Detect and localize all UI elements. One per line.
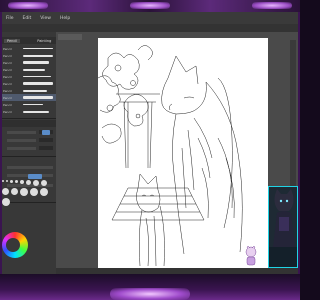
slider-track: [7, 138, 36, 142]
brush-size-dot[interactable]: [40, 188, 48, 196]
brush-label: Pencil: [3, 60, 12, 65]
frame-light-right: [252, 2, 292, 9]
webcam-avatar: [269, 187, 297, 267]
artwork-canvas[interactable]: [98, 38, 268, 268]
menu-edit[interactable]: Edit: [23, 16, 32, 21]
brush-size-dot[interactable]: [6, 180, 8, 182]
brush-stroke-preview: [23, 54, 53, 57]
brush-size-dot[interactable]: [15, 180, 18, 183]
panel-divider: [2, 118, 56, 119]
brush-label: Pencil: [3, 67, 12, 72]
highlighted-option[interactable]: [28, 174, 42, 179]
brush-size-dot[interactable]: [26, 180, 31, 185]
brush-label: Pencil: [3, 109, 12, 114]
brush-size-dot[interactable]: [30, 188, 38, 196]
document-tab[interactable]: [58, 34, 82, 40]
brush-label: Pencil: [3, 74, 12, 79]
stream-screen: File Edit View Help Pencil Painting Penc…: [0, 0, 300, 300]
brush-size-dot[interactable]: [20, 188, 28, 196]
brush-item[interactable]: Pencil: [2, 101, 56, 108]
slider-track: [7, 146, 36, 150]
panel-divider: [2, 156, 56, 157]
brush-item[interactable]: Pencil: [2, 73, 56, 80]
brush-size-dot[interactable]: [11, 188, 18, 195]
brush-stroke-preview: [23, 76, 51, 77]
brush-label: Pencil: [3, 81, 12, 86]
slider-track: [7, 130, 36, 134]
fox-lineart-illustration: [98, 45, 243, 267]
brush-size-dot[interactable]: [2, 188, 9, 195]
menu-file[interactable]: File: [6, 16, 14, 21]
brush-tabs: Pencil Painting: [2, 37, 56, 44]
brush-list: Pencil Pencil Pencil Pencil Pencil Penci…: [2, 45, 56, 115]
brush-label: Pencil: [3, 95, 12, 100]
menu-bar: File Edit View Help: [2, 12, 298, 24]
brush-size-dot[interactable]: [20, 180, 24, 184]
chibi-sticker: [245, 246, 257, 266]
stabilization-slider[interactable]: [2, 145, 56, 151]
brush-size-presets: [2, 180, 54, 206]
brush-item-selected[interactable]: Pencil: [2, 94, 56, 101]
slider-value[interactable]: [39, 138, 53, 142]
brush-stroke-preview: [23, 82, 53, 85]
brush-label: Pencil: [3, 102, 12, 107]
brush-item[interactable]: Pencil: [2, 52, 56, 59]
brush-item[interactable]: Pencil: [2, 80, 56, 87]
brush-item[interactable]: Pencil: [2, 66, 56, 73]
brush-item[interactable]: Pencil: [2, 59, 56, 66]
brush-item[interactable]: Pencil: [2, 108, 56, 115]
brush-size-dot[interactable]: [41, 180, 47, 186]
brush-item[interactable]: Pencil: [2, 45, 56, 52]
brush-label: Pencil: [3, 88, 12, 93]
property-row[interactable]: [2, 164, 56, 170]
brush-stroke-preview: [23, 104, 43, 105]
stream-frame-top: [0, 0, 300, 12]
brush-stroke-preview: [23, 96, 53, 99]
tab-pencil[interactable]: Pencil: [4, 38, 21, 43]
brush-size-dot[interactable]: [10, 180, 13, 183]
brush-stroke-preview: [23, 68, 45, 71]
menu-view[interactable]: View: [40, 16, 51, 21]
frame-light-bottom: [110, 288, 190, 300]
settings-button[interactable]: [42, 130, 50, 135]
opacity-slider[interactable]: [2, 137, 56, 143]
brush-stroke-preview: [23, 61, 49, 64]
frame-light-center: [130, 2, 170, 9]
brush-label: Pencil: [3, 53, 12, 58]
brush-label: Pencil: [3, 46, 12, 51]
stream-frame-bottom: [0, 274, 300, 300]
brush-stroke-preview: [23, 48, 53, 49]
webcam-overlay: [268, 186, 298, 268]
command-bar: [2, 24, 298, 32]
brush-size-dot[interactable]: [2, 180, 4, 182]
brush-size-dot[interactable]: [2, 198, 10, 206]
color-wheel-center[interactable]: [6, 238, 20, 252]
slider-value[interactable]: [39, 146, 53, 150]
frame-light-left: [8, 2, 48, 9]
brush-stroke-preview: [23, 110, 49, 113]
tab-painting[interactable]: Painting: [37, 39, 51, 43]
menu-help[interactable]: Help: [60, 16, 70, 21]
brush-item[interactable]: Pencil: [2, 87, 56, 94]
brush-stroke-preview: [23, 89, 47, 92]
brush-size-dot[interactable]: [33, 180, 39, 186]
tool-property-header: [2, 120, 56, 127]
stream-frame-right: [298, 12, 300, 274]
slider-track: [7, 165, 53, 169]
